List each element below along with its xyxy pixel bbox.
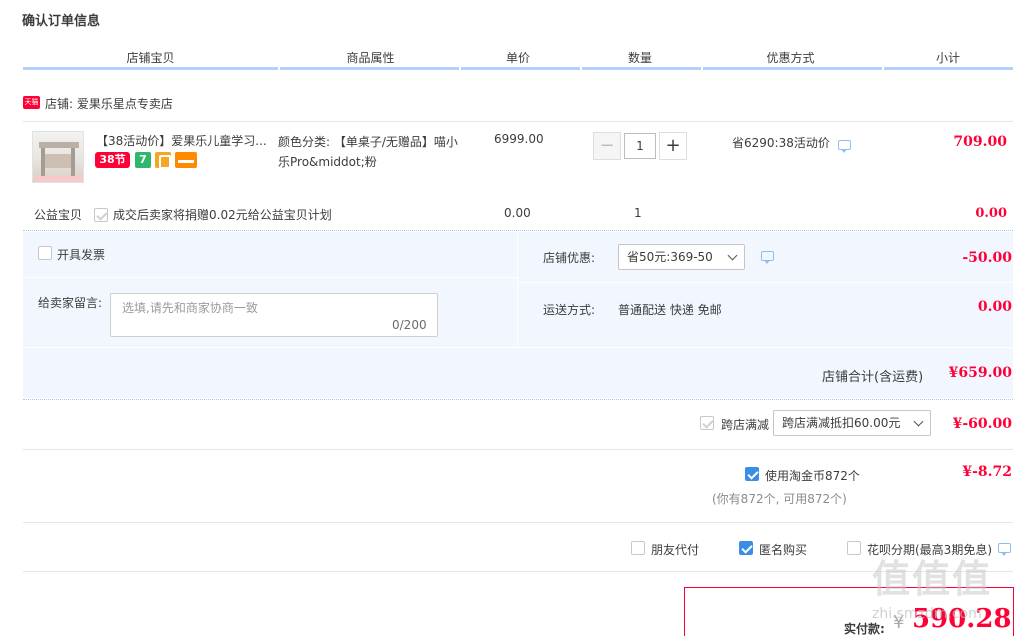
invoice-label[interactable]: 开具发票 (57, 246, 105, 263)
message-placeholder: 选填,请先和商家协商一致 (122, 301, 258, 315)
item-discount: 省6290:38活动价 (732, 136, 830, 150)
col-qty: 数量 (627, 51, 652, 65)
watermark-url: zhi.smzdm.com (872, 606, 982, 622)
shop-discount-label: 店铺优惠: (543, 251, 596, 265)
col-subtotal: 小计 (935, 51, 960, 65)
chevron-down-icon (727, 250, 738, 261)
cross-shop-selected: 跨店满减抵扣60.00元 (782, 416, 901, 430)
chat-icon[interactable] (838, 140, 851, 153)
cross-shop-checkbox (700, 416, 714, 430)
chat-icon[interactable] (998, 543, 1011, 556)
shipping-label: 运送方式: (543, 303, 596, 317)
shipping-method: 普通配送 快递 免邮 (618, 303, 722, 317)
guarantee-icon (155, 152, 171, 169)
credit-card-icon (175, 152, 197, 168)
decrement-button[interactable]: − (593, 132, 621, 160)
charity-price: 0.00 (504, 206, 531, 220)
col-shop-item: 店铺宝贝 (126, 51, 175, 65)
taobao-coin-label[interactable]: 使用淘金币872个 (765, 467, 860, 484)
header-underline (23, 67, 1013, 70)
charity-qty: 1 (634, 206, 642, 220)
col-attr: 商品属性 (346, 51, 395, 65)
anonymous-label[interactable]: 匿名购买 (759, 541, 807, 558)
anonymous-checkbox[interactable] (739, 541, 753, 555)
item-subtotal: 709.00 (953, 134, 1007, 150)
increment-button[interactable]: + (659, 132, 687, 160)
page-title: 确认订单信息 (22, 14, 101, 29)
tmall-icon: 天猫 (23, 96, 40, 109)
payment-label: 实付款: (844, 622, 885, 636)
product-title-link[interactable]: 【38活动价】爱果乐儿童学习... (96, 132, 266, 149)
shipping-amount: 0.00 (977, 299, 1012, 315)
cross-shop-label: 跨店满减 (721, 418, 770, 432)
cross-shop-select[interactable]: 跨店满减抵扣60.00元 (773, 410, 931, 436)
divider (23, 121, 1013, 122)
taobao-coin-note: (你有872个, 可用872个) (712, 492, 847, 506)
chevron-down-icon (913, 416, 924, 427)
message-label: 给卖家留言: (38, 296, 103, 310)
col-discount: 优惠方式 (766, 51, 815, 65)
shop-discount-amount: -50.00 (962, 250, 1012, 266)
product-thumbnail[interactable] (32, 131, 84, 183)
taobao-coin-checkbox[interactable] (745, 467, 759, 481)
shop-total-amount: ¥659.00 (948, 365, 1012, 381)
charity-subtotal: 0.00 (975, 206, 1007, 221)
shop-discount-selected: 省50元:369-50 (627, 250, 713, 264)
shop-total-label: 店铺合计(含运费) (822, 370, 924, 385)
charity-label: 公益宝贝 (34, 208, 83, 222)
taobao-coin-amount: ¥-8.72 (962, 464, 1012, 480)
seven-day-return-icon: 7 (135, 152, 151, 168)
watermark-logo: 值值值 (872, 556, 993, 601)
column-header: 店铺宝贝 商品属性 单价 数量 优惠方式 小计 (23, 49, 1013, 69)
cross-shop-amount: ¥-60.00 (952, 416, 1012, 432)
unit-price: 6999.00 (494, 132, 544, 146)
invoice-checkbox[interactable] (38, 246, 52, 260)
shop-name[interactable]: 店铺: 爱果乐星点专卖店 (45, 95, 173, 112)
festival-38-badge: 38节 (95, 152, 130, 168)
friend-pay-label[interactable]: 朋友代付 (651, 541, 699, 558)
huabei-checkbox[interactable] (847, 541, 861, 555)
col-price: 单价 (505, 51, 530, 65)
shop-discount-select[interactable]: 省50元:369-50 (618, 244, 745, 270)
charity-text: 成交后卖家将捐赠0.02元给公益宝贝计划 (113, 208, 332, 222)
product-attributes: 颜色分类: 【单桌子/无赠品】喵小乐Pro&middot;粉 (278, 135, 458, 169)
chat-icon[interactable] (761, 251, 774, 264)
quantity-input[interactable] (624, 133, 656, 159)
friend-pay-checkbox[interactable] (631, 541, 645, 555)
charity-checkbox (94, 208, 108, 222)
message-char-count: 0/200 (392, 318, 427, 332)
